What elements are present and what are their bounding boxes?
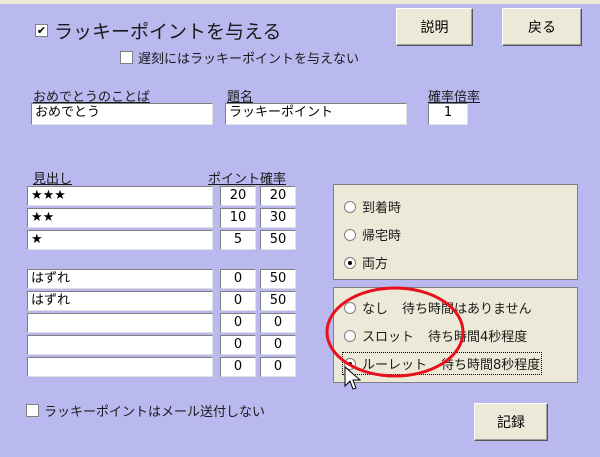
row-prob-input[interactable]: 0: [260, 357, 296, 377]
row-prob-input[interactable]: 0: [260, 313, 296, 333]
help-button[interactable]: 説明: [396, 8, 473, 46]
row-label-input[interactable]: ★★: [27, 208, 213, 228]
timing-option-group: 到着時 帰宅時 両方: [333, 184, 578, 280]
row-label-input[interactable]: [27, 335, 213, 355]
title-input[interactable]: ラッキーポイント: [225, 103, 407, 125]
row-prob-input[interactable]: 20: [260, 186, 296, 206]
back-button[interactable]: 戻る: [502, 8, 582, 46]
row-label-input[interactable]: ★: [27, 230, 213, 250]
row-prob-input[interactable]: 50: [260, 269, 296, 289]
row-points-input[interactable]: 0: [220, 335, 256, 355]
timing-option-both[interactable]: 両方: [344, 253, 388, 272]
radio-icon: [344, 200, 356, 213]
mouse-cursor-icon: [344, 366, 362, 390]
congrats-input[interactable]: おめでとう: [31, 103, 213, 125]
row-label-input[interactable]: [27, 313, 213, 333]
lucky-point-label: ラッキーポイントを与える: [54, 21, 282, 43]
row-label-input[interactable]: はずれ: [27, 291, 213, 311]
row-points-input[interactable]: 0: [220, 291, 256, 311]
row-prob-input[interactable]: 0: [260, 335, 296, 355]
row-points-input[interactable]: 0: [220, 357, 256, 377]
row-points-input[interactable]: 20: [220, 186, 256, 206]
row-label-input[interactable]: ★★★: [27, 186, 213, 206]
radio-icon: [344, 256, 356, 269]
late-checkbox-label: 遅刻にはラッキーポイントを与えない: [138, 52, 360, 67]
row-points-input[interactable]: 5: [220, 230, 256, 250]
timing-option-return[interactable]: 帰宅時: [344, 225, 401, 244]
late-checkbox[interactable]: [120, 51, 133, 64]
row-label-input[interactable]: [27, 357, 213, 377]
row-prob-input[interactable]: 50: [260, 291, 296, 311]
radio-icon: [344, 228, 356, 241]
row-points-input[interactable]: 0: [220, 269, 256, 289]
multiplier-input[interactable]: 1: [428, 103, 468, 125]
prob-column-header: 確率: [260, 172, 287, 187]
lucky-point-checkbox[interactable]: ✔: [35, 24, 48, 37]
window-top-edge: [0, 0, 600, 4]
annotation-circle: [325, 286, 465, 378]
points-column-header: ポイント: [208, 172, 261, 187]
row-prob-input[interactable]: 30: [260, 208, 296, 228]
mail-checkbox[interactable]: [26, 404, 39, 417]
heading-column-header: 見出し: [33, 172, 73, 187]
row-label-input[interactable]: はずれ: [27, 269, 213, 289]
row-points-input[interactable]: 0: [220, 313, 256, 333]
timing-option-arrival[interactable]: 到着時: [344, 197, 401, 216]
row-prob-input[interactable]: 50: [260, 230, 296, 250]
mail-checkbox-label: ラッキーポイントはメール送付しない: [44, 405, 266, 420]
save-button[interactable]: 記録: [474, 403, 548, 441]
row-points-input[interactable]: 10: [220, 208, 256, 228]
